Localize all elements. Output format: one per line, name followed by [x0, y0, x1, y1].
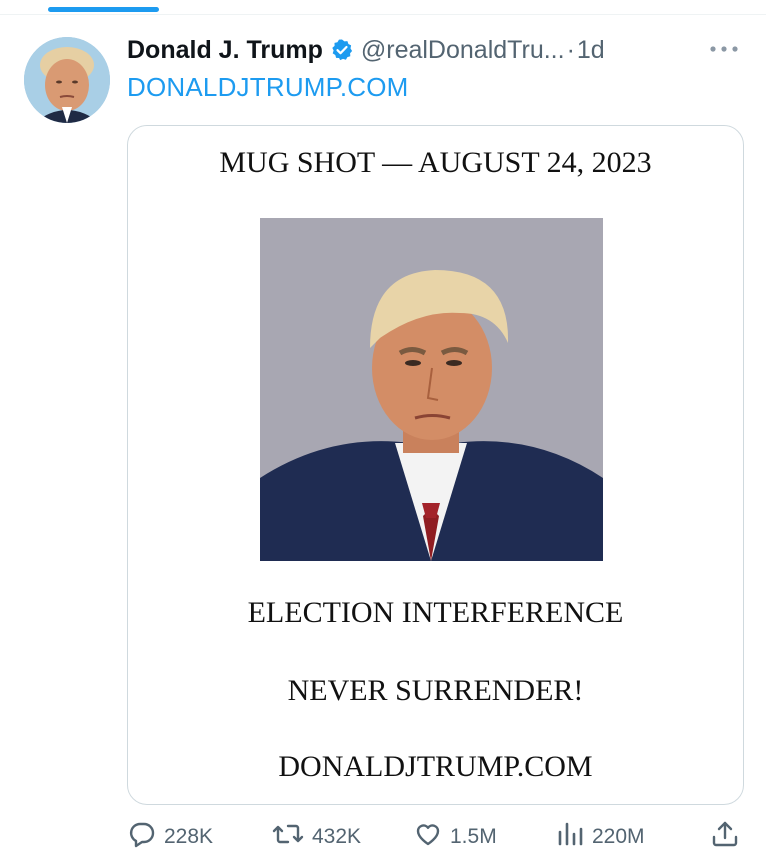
share-button[interactable]: [710, 812, 748, 862]
timestamp[interactable]: 1d: [577, 36, 605, 65]
like-button[interactable]: 1.5M: [414, 812, 497, 862]
more-icon[interactable]: [704, 34, 744, 64]
media-card[interactable]: MUG SHOT — AUGUST 24, 2023 ELECTION INTE…: [127, 125, 744, 805]
repost-icon: [272, 820, 312, 854]
avatar[interactable]: [24, 37, 110, 123]
tweet-link[interactable]: DONALDJTRUMP.COM: [127, 72, 409, 103]
tweet-header: Donald J. Trump @realDonaldTru... · 1d: [127, 30, 747, 70]
handle[interactable]: @realDonaldTru...: [361, 36, 565, 65]
verified-badge-icon[interactable]: [330, 38, 354, 62]
display-name[interactable]: Donald J. Trump: [127, 36, 323, 65]
reply-count: 228K: [164, 825, 214, 848]
views-icon: [556, 820, 592, 854]
reply-button[interactable]: 228K: [128, 812, 213, 862]
action-bar: 228K 432K 1.5M 220M: [0, 812, 766, 862]
media-line-1: ELECTION INTERFERENCE: [247, 596, 624, 629]
separator-dot: ·: [566, 35, 575, 64]
mugshot-image: [260, 218, 603, 561]
views-count: 220M: [592, 825, 645, 848]
media-line-3: DONALDJTRUMP.COM: [278, 750, 593, 783]
divider: [0, 14, 766, 15]
views-button[interactable]: 220M: [556, 812, 645, 862]
media-line-2: NEVER SURRENDER!: [287, 674, 584, 707]
like-icon: [414, 820, 450, 854]
media-title: MUG SHOT — AUGUST 24, 2023: [219, 146, 652, 179]
reply-icon: [128, 820, 164, 854]
repost-button[interactable]: 432K: [272, 812, 361, 862]
repost-count: 432K: [312, 825, 362, 848]
active-tab-indicator: [48, 7, 159, 12]
share-icon: [710, 819, 748, 855]
like-count: 1.5M: [450, 825, 497, 848]
